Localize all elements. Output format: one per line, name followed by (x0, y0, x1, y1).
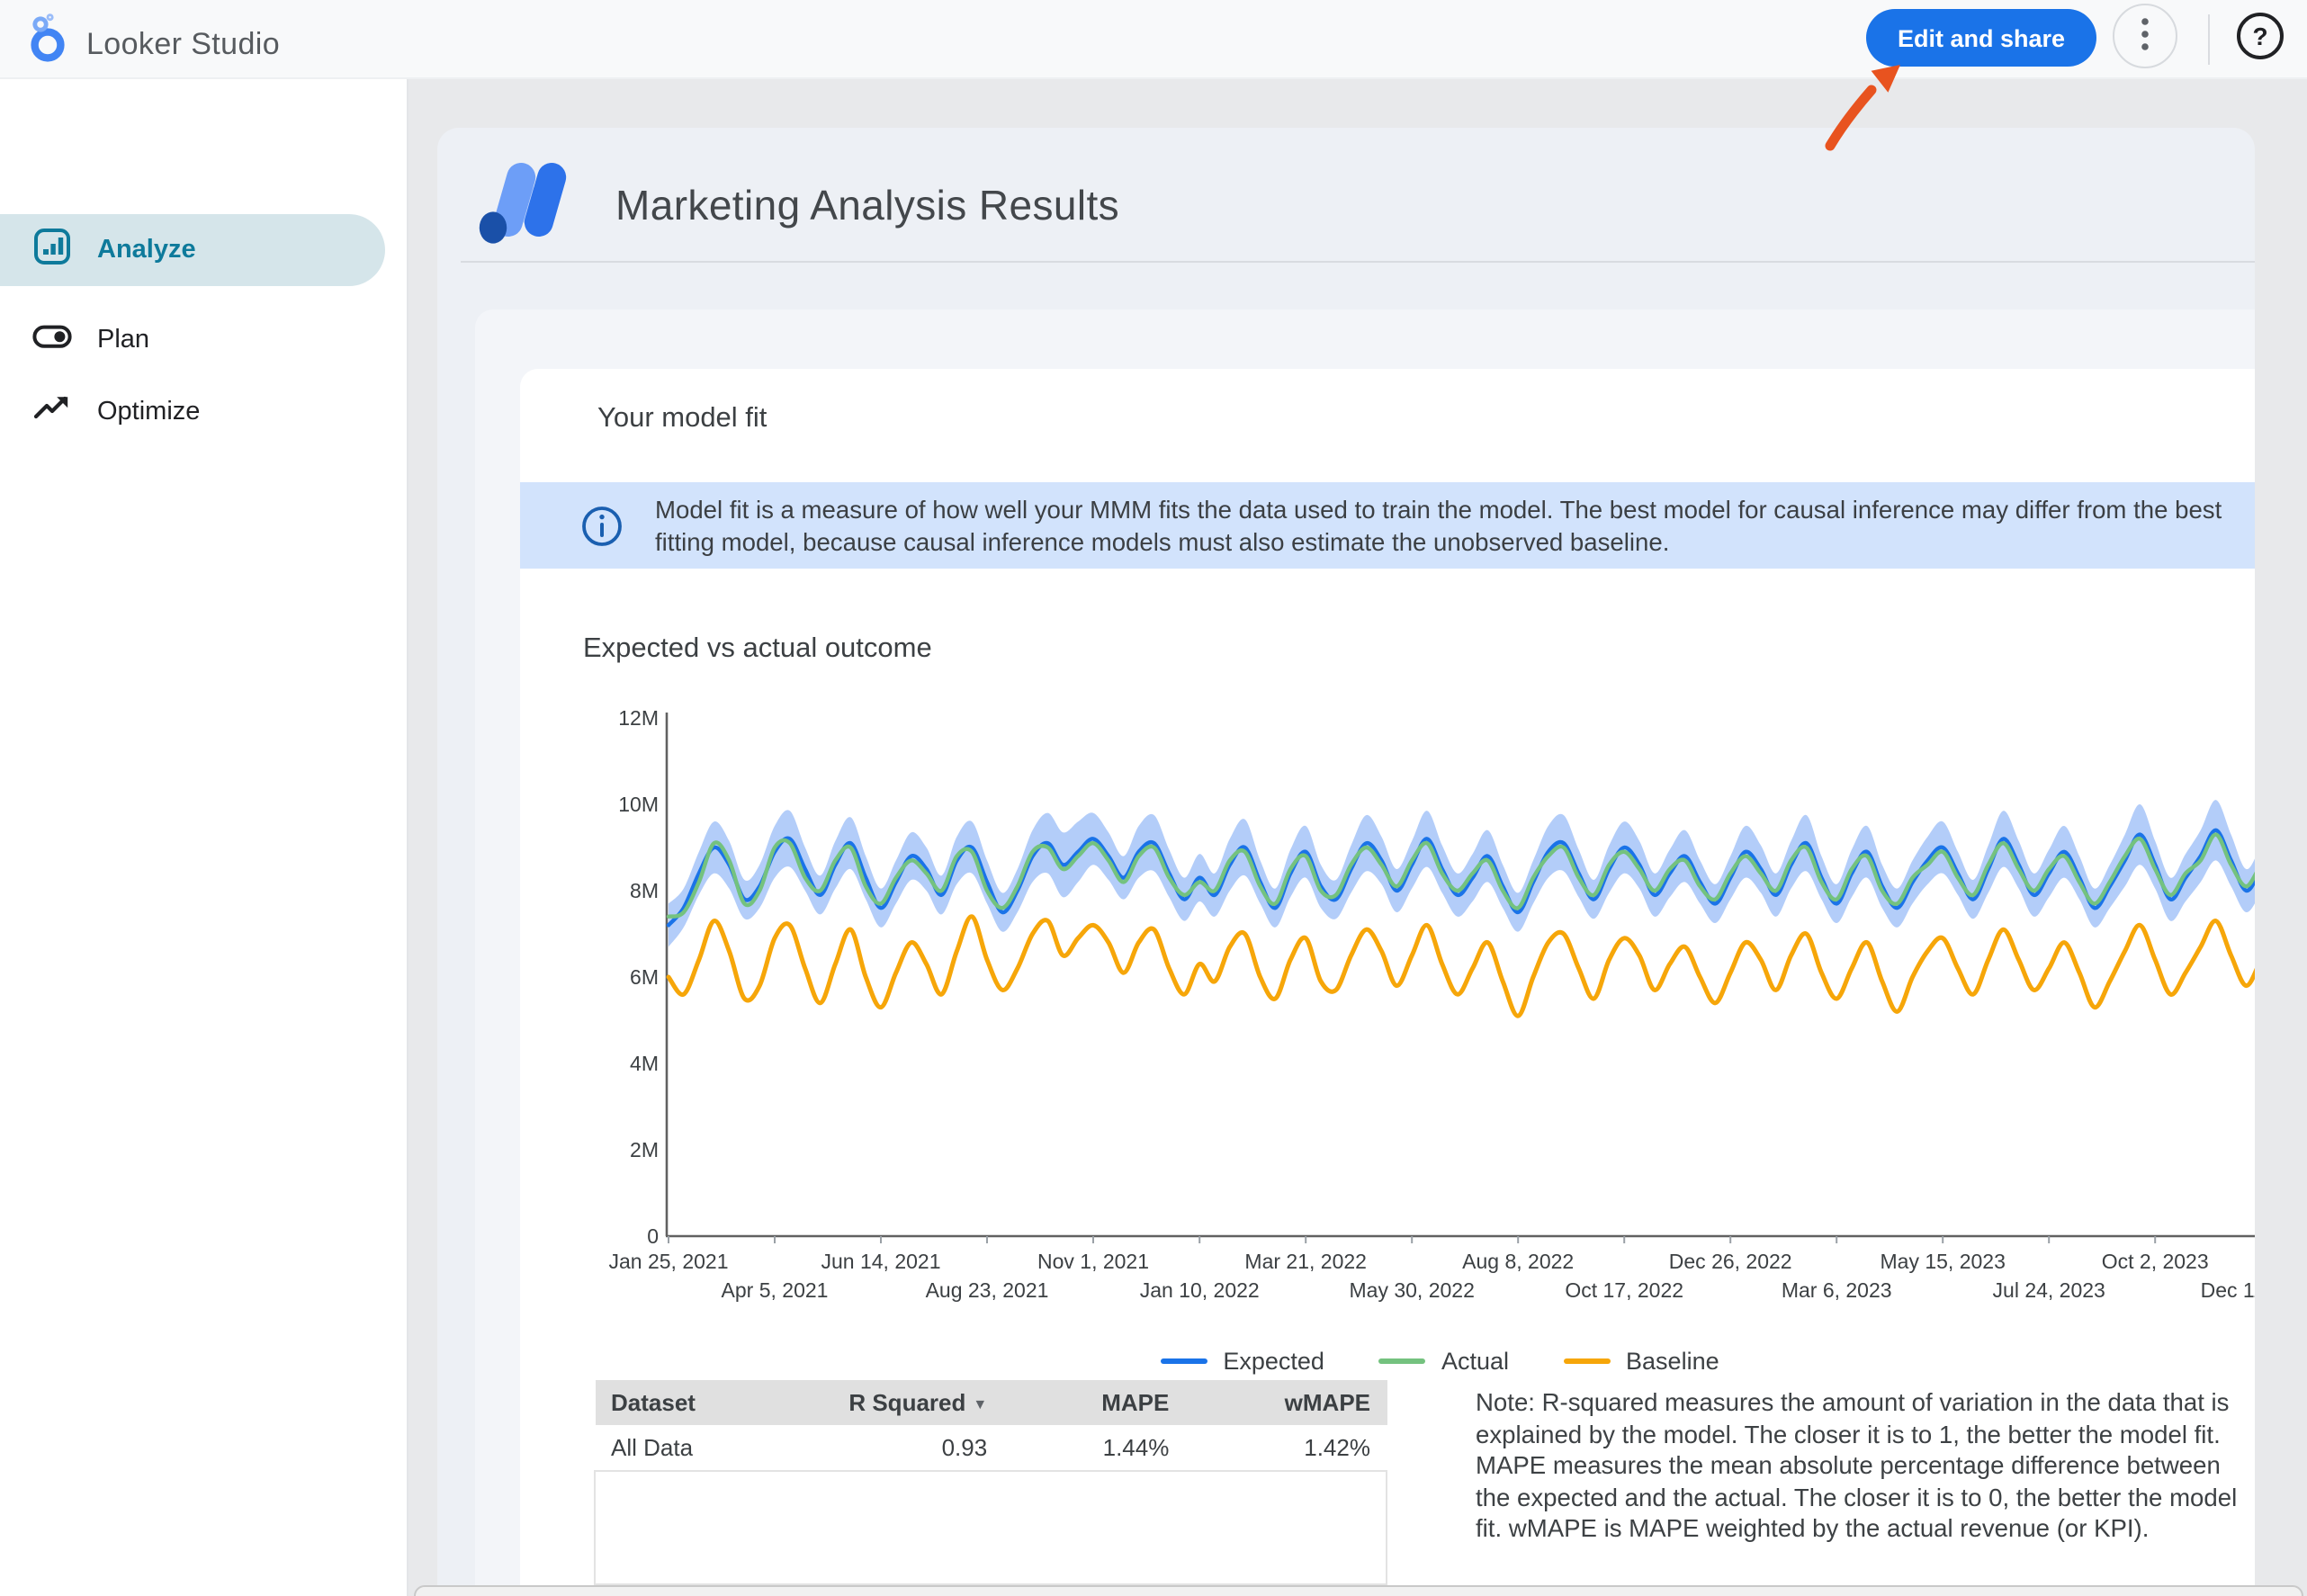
actual-swatch (1378, 1358, 1425, 1365)
help-button[interactable]: ? (2237, 13, 2284, 59)
legend-item-actual: Actual (1378, 1348, 1509, 1375)
svg-text:Oct 17, 2022: Oct 17, 2022 (1565, 1278, 1683, 1302)
column-header-mape: MAPE (1003, 1380, 1185, 1425)
sidebar-item-label: Plan (97, 326, 149, 354)
svg-text:10M: 10M (618, 793, 659, 816)
horizontal-scrollbar[interactable] (414, 1585, 2303, 1596)
card-title: Your model fit (597, 403, 767, 435)
topbar-divider (2208, 14, 2210, 65)
topbar: Looker Studio Edit and share ? (0, 0, 2307, 79)
toggle-icon (32, 317, 72, 363)
sidebar-item-label: Optimize (97, 398, 200, 426)
table-header-row: Dataset R Squared▼ MAPE wMAPE (595, 1380, 1387, 1425)
chart-legend: Expected Actual Baseline (900, 1348, 1979, 1375)
svg-text:Apr 5, 2021: Apr 5, 2021 (722, 1278, 829, 1302)
looker-studio-window: Looker Studio Edit and share ? (0, 0, 2307, 1596)
chart-title: Expected vs actual outcome (583, 633, 932, 666)
model-fit-chart: 12M 10M 8M 6M 4M 2M 0Jan 25, 2021 Apr 5, 2021 Ju… (540, 702, 2255, 1314)
content-area: Marketing Analysis Results Your model fi… (407, 77, 2307, 1596)
column-header-dataset: Dataset (595, 1380, 821, 1425)
help-icon: ? (2252, 23, 2267, 49)
svg-text:Aug 8, 2022: Aug 8, 2022 (1462, 1250, 1574, 1273)
legend-item-baseline: Baseline (1563, 1348, 1719, 1375)
svg-text:0: 0 (647, 1224, 659, 1248)
edit-and-share-button[interactable]: Edit and share (1866, 9, 2096, 67)
svg-text:Dec 11, 2023: Dec 11, 2023 (2201, 1278, 2255, 1302)
svg-text:4M: 4M (630, 1052, 659, 1075)
svg-text:Jun 14, 2021: Jun 14, 2021 (821, 1250, 940, 1273)
report-header: Marketing Analysis Results (479, 158, 1119, 254)
more-options-button[interactable] (2113, 4, 2177, 68)
svg-text:Aug 23, 2021: Aug 23, 2021 (926, 1278, 1049, 1302)
cell-wmape: 1.42% (1185, 1425, 1387, 1471)
sidebar-item-analyze[interactable]: Analyze (0, 214, 385, 286)
info-banner: Model fit is a measure of how well your … (520, 482, 2255, 569)
report-panel: Marketing Analysis Results Your model fi… (437, 128, 2255, 1596)
model-fit-card: Your model fit Model fit is a measure of… (520, 369, 2255, 1596)
more-vert-icon (2140, 15, 2150, 57)
cell-r-squared: 0.93 (821, 1425, 1004, 1471)
svg-text:Jan 10, 2022: Jan 10, 2022 (1140, 1278, 1260, 1302)
brand: Looker Studio (23, 13, 280, 74)
report-title: Marketing Analysis Results (615, 182, 1119, 230)
svg-text:Mar 6, 2023: Mar 6, 2023 (1782, 1278, 1892, 1302)
table-empty-area (595, 1471, 1387, 1584)
cell-dataset: All Data (595, 1425, 821, 1471)
trending-up-icon (32, 389, 72, 435)
model-fit-table: Dataset R Squared▼ MAPE wMAPE All Data 0… (594, 1380, 1387, 1585)
analytics-icon (32, 227, 72, 273)
column-header-wmape: wMAPE (1185, 1380, 1387, 1425)
svg-text:2M: 2M (630, 1138, 659, 1161)
column-header-r-squared[interactable]: R Squared▼ (821, 1380, 1004, 1425)
svg-text:May 15, 2023: May 15, 2023 (1881, 1250, 2006, 1273)
svg-text:Oct 2, 2023: Oct 2, 2023 (2102, 1250, 2209, 1273)
expected-swatch (1160, 1358, 1207, 1365)
meridian-logo-icon (479, 158, 576, 254)
svg-text:Jan 25, 2021: Jan 25, 2021 (608, 1250, 728, 1273)
baseline-swatch (1563, 1358, 1610, 1365)
info-banner-text: Model fit is a measure of how well your … (655, 495, 2255, 558)
table-row: All Data 0.93 1.44% 1.42% (595, 1425, 1387, 1471)
svg-text:Jul 24, 2023: Jul 24, 2023 (1993, 1278, 2105, 1302)
sidebar: Analyze Plan Optimize (0, 77, 408, 1596)
looker-studio-logo-icon (23, 13, 70, 74)
app-name: Looker Studio (86, 17, 280, 69)
header-divider (461, 261, 2255, 263)
svg-text:Dec 26, 2022: Dec 26, 2022 (1669, 1250, 1792, 1273)
info-icon (581, 506, 623, 556)
sidebar-item-optimize[interactable]: Optimize (0, 376, 385, 448)
svg-text:12M: 12M (618, 706, 659, 730)
cell-mape: 1.44% (1003, 1425, 1185, 1471)
sidebar-item-label: Analyze (97, 236, 196, 265)
svg-text:Nov 1, 2021: Nov 1, 2021 (1037, 1250, 1149, 1273)
svg-text:8M: 8M (630, 879, 659, 902)
svg-text:Mar 21, 2022: Mar 21, 2022 (1244, 1250, 1367, 1273)
svg-text:May 30, 2022: May 30, 2022 (1350, 1278, 1475, 1302)
svg-text:6M: 6M (630, 965, 659, 989)
sort-desc-icon: ▼ (973, 1396, 987, 1412)
sidebar-item-plan[interactable]: Plan (0, 304, 385, 376)
legend-item-expected: Expected (1160, 1348, 1324, 1375)
note-text: Note: R-squared measures the amount of v… (1476, 1387, 2239, 1546)
